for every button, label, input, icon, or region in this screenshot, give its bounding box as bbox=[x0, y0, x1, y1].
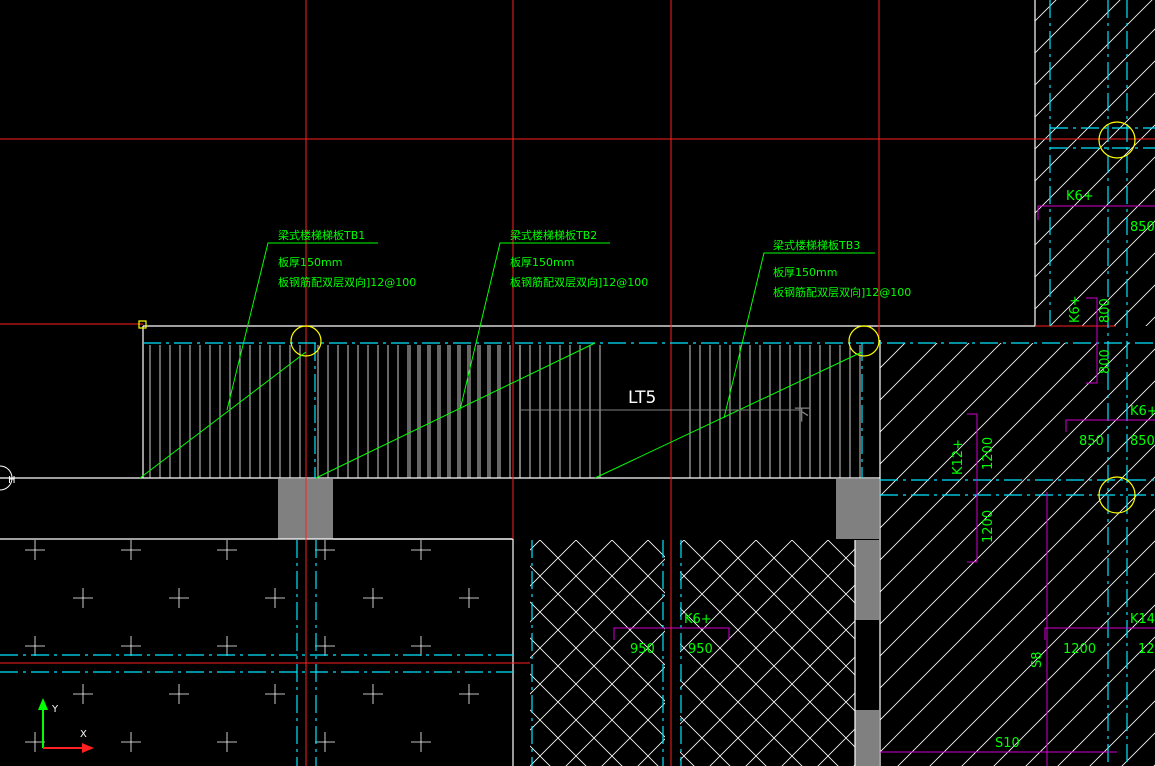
plus-marker bbox=[315, 636, 335, 656]
ucs-y-arrow bbox=[38, 698, 48, 710]
dim-text-800-a: 800 bbox=[1098, 298, 1113, 323]
plus-marker bbox=[25, 540, 45, 560]
dim-text-12: 12 bbox=[1138, 642, 1155, 657]
stair-label[interactable]: LT5 bbox=[628, 388, 656, 408]
dim-text-1200-a: 1200 bbox=[981, 437, 996, 470]
plus-marker bbox=[217, 636, 237, 656]
stair-treads bbox=[149, 345, 861, 478]
plus-marker bbox=[25, 636, 45, 656]
plus-marker bbox=[121, 636, 141, 656]
plus-marker bbox=[217, 540, 237, 560]
tb1-title: 梁式楼梯梯板TB1 bbox=[278, 228, 365, 242]
plus-marker bbox=[411, 636, 431, 656]
plus-marker bbox=[73, 588, 93, 608]
plus-marker bbox=[315, 540, 335, 560]
dim-text-s10: S10 bbox=[995, 736, 1020, 751]
dim-text-800-b: 800 bbox=[1098, 349, 1113, 374]
plus-marker bbox=[121, 540, 141, 560]
plus-marker bbox=[169, 588, 189, 608]
tb1-thickness: 板厚150mm bbox=[278, 255, 342, 269]
cad-drawing-canvas[interactable]: 梁式楼梯梯板TB1 板厚150mm 板钢筋配双层双向]12@100 梁式楼梯梯板… bbox=[0, 0, 1155, 766]
dim-text-950-b: 950 bbox=[688, 642, 713, 657]
stair-direction-text: 下 bbox=[794, 405, 810, 424]
plus-marker bbox=[169, 684, 189, 704]
ucs-icon: Y X bbox=[38, 698, 94, 753]
annotation-tb2[interactable]: 梁式楼梯梯板TB2 板厚150mm 板钢筋配双层双向]12@100 bbox=[510, 228, 648, 289]
plus-marker bbox=[315, 732, 335, 752]
column-right bbox=[836, 479, 879, 539]
wall-lines bbox=[0, 0, 1036, 766]
plus-marker bbox=[363, 588, 383, 608]
hatch-right-upper bbox=[1035, 0, 1155, 326]
dim-text-k12: K12+ bbox=[951, 439, 966, 475]
dim-text-950-a: 950 bbox=[630, 642, 655, 657]
dim-text-850-b: 850 bbox=[1130, 434, 1155, 449]
run-line-1 bbox=[139, 351, 307, 479]
tb2-rebar: 板钢筋配双层双向]12@100 bbox=[510, 275, 648, 289]
plus-marker bbox=[411, 540, 431, 560]
wall-room bbox=[0, 538, 514, 766]
run-line-3 bbox=[594, 351, 863, 479]
annotation-tb3[interactable]: 梁式楼梯梯板TB3 板厚150mm 板钢筋配双层双向]12@100 bbox=[773, 238, 911, 299]
tb2-title: 梁式楼梯梯板TB2 bbox=[510, 228, 597, 242]
dim-text-k6-top: K6+ bbox=[1066, 189, 1094, 204]
hatch-right-lower bbox=[880, 343, 1155, 766]
plus-marker bbox=[459, 588, 479, 608]
plus-marker bbox=[121, 732, 141, 752]
dim-text-s8: S8 bbox=[1030, 651, 1045, 668]
annotation-tb1[interactable]: 梁式楼梯梯板TB1 板厚150mm 板钢筋配双层双向]12@100 bbox=[278, 228, 416, 289]
plus-marker bbox=[363, 684, 383, 704]
dim-text-1200-c: 1200 bbox=[1063, 642, 1096, 657]
column-strip-2 bbox=[855, 710, 879, 766]
floor-plus-markers bbox=[25, 540, 479, 752]
dim-text-850-a: 850 bbox=[1079, 434, 1104, 449]
tb3-title: 梁式楼梯梯板TB3 bbox=[773, 238, 860, 252]
dim-text-k6-mid: K6+ bbox=[684, 612, 712, 627]
ucs-x-label: X bbox=[80, 729, 87, 740]
tb1-rebar: 板钢筋配双层双向]12@100 bbox=[278, 275, 416, 289]
axis-circle-2 bbox=[848, 325, 880, 357]
edge-marker-text: H bbox=[8, 475, 16, 486]
column-strip-1 bbox=[855, 540, 879, 620]
ucs-y-label: Y bbox=[51, 704, 59, 715]
dim-text-k6-vert: K6+ bbox=[1068, 295, 1083, 323]
plus-marker bbox=[265, 684, 285, 704]
dim-text-850-top: 850 bbox=[1130, 220, 1155, 235]
plus-marker bbox=[459, 684, 479, 704]
tb3-rebar: 板钢筋配双层双向]12@100 bbox=[773, 285, 911, 299]
plus-marker bbox=[265, 588, 285, 608]
dim-text-1200-b: 1200 bbox=[981, 510, 996, 543]
tb2-thickness: 板厚150mm bbox=[510, 255, 574, 269]
hatch-regions bbox=[530, 0, 1155, 766]
dim-text-k14: K14 bbox=[1130, 612, 1155, 627]
plus-marker bbox=[411, 732, 431, 752]
plus-marker bbox=[73, 684, 93, 704]
plus-marker bbox=[217, 732, 237, 752]
dim-text-k6-right: K6+ bbox=[1130, 404, 1155, 419]
ucs-x-arrow bbox=[82, 743, 94, 753]
tb3-thickness: 板厚150mm bbox=[773, 265, 837, 279]
